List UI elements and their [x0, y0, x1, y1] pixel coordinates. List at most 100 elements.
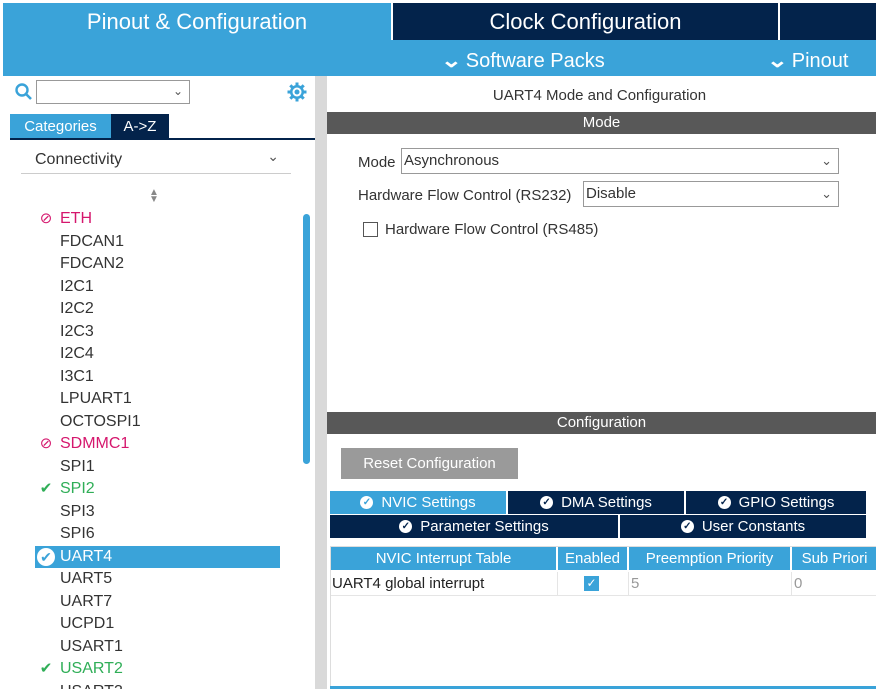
check-circle-icon: ✓: [717, 496, 731, 509]
peripheral-item-eth[interactable]: ⊘ ETH: [35, 208, 280, 231]
peripheral-label: USART2: [60, 660, 123, 677]
scrollbar-thumb[interactable]: [303, 214, 310, 464]
mode-label: Mode: [358, 154, 396, 171]
panel-divider[interactable]: [315, 76, 327, 689]
peripheral-item-i3c1[interactable]: I3C1: [35, 366, 280, 389]
peripheral-item-ucpd1[interactable]: UCPD1: [35, 613, 280, 636]
tab-pinout-configuration[interactable]: Pinout & Configuration: [3, 3, 391, 40]
tab-categories[interactable]: Categories: [10, 114, 111, 138]
peripheral-item-uart5[interactable]: UART5: [35, 568, 280, 591]
configuration-header: Configuration: [327, 412, 876, 434]
tab-nvic-settings[interactable]: ✓ NVIC Settings: [330, 491, 506, 514]
peripheral-label: UCPD1: [60, 615, 115, 632]
tab-a-to-z[interactable]: A->Z: [111, 114, 169, 138]
sub-priority[interactable]: 0: [794, 572, 874, 596]
pinout-menu[interactable]: ⌄ Pinout: [766, 48, 849, 73]
software-packs-menu[interactable]: ⌄ Software Packs: [440, 48, 605, 73]
peripheral-item-spi1[interactable]: SPI1: [35, 456, 280, 479]
peripheral-label: UART4: [60, 547, 113, 565]
tab-label: NVIC Settings: [381, 494, 476, 511]
peripheral-item-uart4[interactable]: ✔ UART4: [35, 545, 280, 569]
gear-icon[interactable]: [287, 82, 307, 102]
tab-label: DMA Settings: [561, 494, 652, 511]
peripheral-label: OCTOSPI1: [60, 412, 141, 430]
peripheral-item-usart2[interactable]: ✔ USART2: [35, 658, 280, 681]
panel-title: UART4 Mode and Configuration: [492, 87, 707, 104]
peripheral-item-spi2[interactable]: ✔ SPI2: [35, 478, 280, 501]
flow-rs485-checkbox[interactable]: [363, 222, 378, 237]
peripheral-item-i2c2[interactable]: I2C2: [35, 298, 280, 321]
chevron-down-icon: ⌄: [267, 148, 279, 164]
tab-label: Parameter Settings: [420, 518, 549, 535]
flow-rs232-value: Disable: [586, 185, 637, 202]
mode-header: Mode: [327, 112, 876, 134]
peripheral-item-i2c3[interactable]: I2C3: [35, 321, 280, 344]
check-icon: ✔: [39, 660, 53, 677]
peripheral-label: SPI2: [60, 480, 95, 497]
chevron-down-icon: ⌄: [766, 50, 789, 72]
peripheral-label: I2C2: [60, 300, 94, 317]
top-tab-bar: Pinout & Configuration Clock Configurati…: [0, 0, 876, 40]
flow-rs485-label: Hardware Flow Control (RS485): [385, 221, 599, 238]
peripheral-label: SPI1: [60, 457, 95, 475]
cell-divider: [791, 572, 792, 596]
check-icon: ✔: [39, 480, 53, 497]
peripheral-item-lpuart1[interactable]: LPUART1: [35, 388, 280, 411]
sort-icon[interactable]: ▲ ▼: [149, 188, 159, 205]
chevron-down-icon: ⌄: [440, 50, 463, 72]
category-connectivity[interactable]: Connectivity ⌄: [21, 146, 291, 174]
error-icon: ⊘: [39, 435, 53, 452]
peripheral-label: I2C4: [60, 345, 94, 362]
column-header[interactable]: NVIC Interrupt Table: [331, 547, 556, 570]
tab-label: GPIO Settings: [738, 494, 835, 511]
peripheral-item-i2c1[interactable]: I2C1: [35, 276, 280, 299]
column-header[interactable]: Sub Priori: [792, 547, 876, 570]
peripheral-label: USART1: [60, 637, 123, 655]
peripheral-label: UART7: [60, 592, 113, 610]
chevron-down-icon: ⌄: [821, 186, 832, 201]
search-input[interactable]: ⌄: [36, 80, 190, 104]
pinout-label: Pinout: [791, 50, 849, 72]
peripheral-item-i2c4[interactable]: I2C4: [35, 343, 280, 366]
peripheral-item-usart1[interactable]: USART1: [35, 636, 280, 659]
column-header[interactable]: Preemption Priority: [629, 547, 790, 570]
peripheral-item-usart3[interactable]: USART3: [35, 681, 280, 689]
check-circle-icon: ✔: [37, 546, 55, 569]
peripheral-label: I3C1: [60, 367, 94, 385]
tab-parameter-settings[interactable]: ✓ Parameter Settings: [330, 515, 618, 538]
mode-select[interactable]: Asynchronous ⌄: [401, 148, 839, 174]
peripheral-label: I2C3: [60, 322, 94, 340]
enabled-checkbox[interactable]: ✓: [584, 576, 599, 591]
peripheral-label: SPI3: [60, 502, 95, 520]
peripheral-item-fdcan2[interactable]: FDCAN2: [35, 253, 280, 276]
tab-user-constants[interactable]: ✓ User Constants: [620, 515, 866, 538]
chevron-down-icon: ⌄: [821, 153, 832, 168]
peripheral-label: SDMMC1: [60, 435, 130, 452]
peripheral-label: I2C1: [60, 277, 94, 295]
nvic-table: NVIC Interrupt Table Enabled Preemption …: [330, 546, 876, 689]
peripheral-item-spi6[interactable]: SPI6: [35, 523, 280, 546]
column-header[interactable]: Enabled: [558, 547, 627, 570]
tab-dma-settings[interactable]: ✓ DMA Settings: [508, 491, 684, 514]
left-panel: ⌄ Categories A->Z Connectivity ⌄ ▲ ▼ ⊘ ETH…: [5, 76, 315, 689]
tab-more[interactable]: [780, 3, 876, 40]
cell-divider: [628, 572, 629, 596]
check-circle-icon: ✓: [680, 520, 694, 533]
flow-rs232-label: Hardware Flow Control (RS232): [358, 187, 572, 204]
preemption-priority[interactable]: 5: [631, 572, 781, 596]
interrupt-name: UART4 global interrupt: [332, 575, 485, 592]
tab-clock-configuration[interactable]: Clock Configuration: [393, 3, 778, 40]
peripheral-item-octospi1[interactable]: OCTOSPI1: [35, 411, 280, 434]
peripheral-label: FDCAN1: [60, 232, 125, 250]
peripheral-item-uart7[interactable]: UART7: [35, 591, 280, 614]
flow-rs232-select[interactable]: Disable ⌄: [583, 181, 839, 207]
peripheral-item-sdmmc1[interactable]: ⊘ SDMMC1: [35, 433, 280, 456]
peripheral-item-fdcan1[interactable]: FDCAN1: [35, 231, 280, 254]
tab-gpio-settings[interactable]: ✓ GPIO Settings: [686, 491, 866, 514]
category-label: Connectivity: [35, 151, 123, 168]
software-packs-label: Software Packs: [465, 50, 605, 72]
peripheral-item-spi3[interactable]: SPI3: [35, 501, 280, 524]
cell-divider: [557, 572, 558, 596]
search-icon[interactable]: [15, 83, 33, 101]
reset-configuration-button[interactable]: Reset Configuration: [341, 448, 518, 479]
